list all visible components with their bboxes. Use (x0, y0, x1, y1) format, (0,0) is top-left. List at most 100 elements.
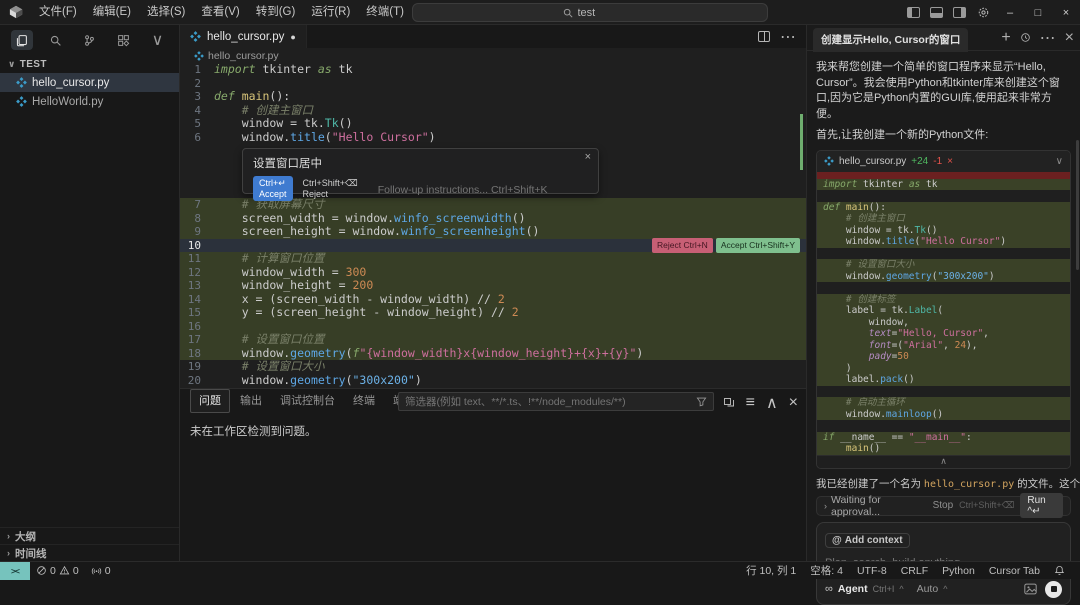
panel-tab-调试控制台[interactable]: 调试控制台 (272, 390, 343, 412)
line-number[interactable]: 1 (180, 63, 214, 77)
line-number[interactable]: 14 (180, 293, 214, 307)
line-number[interactable]: 16 (180, 320, 214, 334)
code-line[interactable]: 4 # 创建主窗口 (180, 103, 806, 118)
modified-dot-icon[interactable]: ● (290, 32, 295, 42)
close-panel-icon[interactable]: × (789, 394, 798, 412)
code-line[interactable]: 18 window.geometry(f"{window_width}x{win… (180, 346, 806, 361)
chat-more-icon[interactable]: ⋯ (1040, 28, 1056, 48)
editor-actions-ellipsis-icon[interactable]: ⋯ (780, 27, 796, 47)
line-number[interactable]: 8 (180, 212, 214, 226)
line-number[interactable]: 10 (180, 239, 214, 253)
code-card-header[interactable]: hello_cursor.py +24 -1 × ∨ (817, 150, 1070, 172)
new-chat-icon[interactable]: + (1001, 29, 1010, 47)
problems-filter[interactable] (398, 392, 714, 411)
code-line[interactable]: 13 window_height = 200 (180, 278, 806, 293)
code-line[interactable]: 19 # 设置窗口大小 (180, 359, 806, 374)
split-editor-icon[interactable] (758, 31, 770, 42)
filter-input[interactable] (405, 395, 696, 408)
file-item[interactable]: HelloWorld.py (0, 92, 179, 111)
code-line[interactable]: 11 # 计算窗口位置 (180, 251, 806, 266)
line-number[interactable]: 13 (180, 279, 214, 293)
line-number[interactable]: 17 (180, 333, 214, 347)
status-item[interactable]: 行 10, 列 1 (739, 563, 803, 578)
code-line[interactable]: 5 window = tk.Tk() (180, 116, 806, 131)
line-number[interactable]: 15 (180, 306, 214, 320)
chat-code-block[interactable]: import tkinter as tk def main(): # 创建主窗口 … (817, 178, 1070, 455)
line-number[interactable]: 2 (180, 77, 214, 91)
close-window-button[interactable]: × (1052, 0, 1080, 25)
remote-indicator[interactable]: >< (0, 561, 30, 580)
problems-counter[interactable]: 0 0 (30, 565, 85, 577)
chat-tab[interactable]: 创建显示Hello, Cursor的窗口 (813, 27, 969, 52)
line-number[interactable]: 6 (180, 131, 214, 145)
line-number[interactable]: 18 (180, 347, 214, 361)
ports-indicator[interactable]: 0 (85, 565, 117, 577)
menu-item[interactable]: 选择(S) (139, 0, 193, 25)
line-number[interactable]: 12 (180, 266, 214, 280)
line-number[interactable]: 19 (180, 360, 214, 374)
stop-button[interactable]: Stop (933, 500, 954, 511)
status-item[interactable]: Cursor Tab (982, 565, 1047, 577)
expand-card-icon[interactable]: ∨ (1056, 156, 1063, 167)
panel-tab-问题[interactable]: 问题 (190, 389, 230, 413)
menu-item[interactable]: 文件(F) (31, 0, 85, 25)
filter-icon[interactable] (696, 396, 707, 407)
timeline-section[interactable]: › 时间线 (0, 544, 179, 561)
send-stop-button[interactable] (1045, 580, 1062, 598)
menu-item[interactable]: 查看(V) (193, 0, 247, 25)
line-number[interactable]: 11 (180, 252, 214, 266)
gear-icon[interactable] (977, 6, 990, 19)
explorer-icon[interactable] (10, 30, 33, 50)
list-view-icon[interactable]: ≡ (746, 394, 755, 412)
menu-item[interactable]: 终端(T) (358, 0, 412, 25)
status-item[interactable]: CRLF (894, 565, 935, 577)
accept-diff-button[interactable]: Accept Ctrl+Shift+Y (715, 238, 800, 253)
outline-section[interactable]: › 大纲 (0, 527, 179, 544)
inline-accept-button[interactable]: Ctrl+↵ Accept (253, 176, 293, 201)
toggle-panel-icon[interactable] (930, 7, 943, 18)
attach-image-icon[interactable] (1024, 583, 1037, 595)
code-line[interactable]: 12 window_width = 300 (180, 265, 806, 280)
maximize-button[interactable]: □ (1024, 0, 1052, 25)
followup-input[interactable] (377, 183, 608, 196)
history-icon[interactable] (1020, 32, 1031, 43)
extensions-icon[interactable] (113, 30, 135, 50)
maximize-panel-icon[interactable]: ∧ (766, 393, 778, 413)
file-item[interactable]: hello_cursor.py (0, 73, 179, 92)
toggle-sidebar-icon[interactable] (907, 7, 920, 18)
model-selector[interactable]: Auto (917, 583, 939, 595)
search-input[interactable] (577, 6, 618, 19)
menu-item[interactable]: 转到(G) (248, 0, 304, 25)
line-number[interactable]: 5 (180, 117, 214, 131)
code-line[interactable]: 3 def main(): (180, 89, 806, 104)
views-icon[interactable] (723, 397, 735, 409)
panel-tab-终端[interactable]: 终端 (345, 390, 383, 412)
collapse-code-card[interactable]: ∧ (817, 454, 1070, 468)
chat-scrollbar[interactable] (1076, 140, 1079, 270)
status-item[interactable]: 空格: 4 (803, 563, 850, 578)
line-number[interactable]: 3 (180, 90, 214, 104)
tab-hello-cursor[interactable]: hello_cursor.py ● (180, 25, 307, 48)
breadcrumb[interactable]: hello_cursor.py (180, 48, 806, 63)
minimize-button[interactable]: – (996, 0, 1024, 25)
code-line[interactable]: 9 screen_height = window.winfo_screenhei… (180, 224, 806, 239)
code-line[interactable]: 10 Reject Ctrl+N Accept Ctrl+Shift+Y (180, 238, 806, 253)
status-item[interactable]: Python (935, 565, 982, 577)
more-views-chevron-icon[interactable]: ∨ (147, 30, 169, 50)
discard-file-icon[interactable]: × (947, 156, 953, 167)
code-line[interactable]: 1 import tkinter as tk (180, 63, 806, 77)
reject-diff-button[interactable]: Reject Ctrl+N (652, 238, 713, 253)
code-line[interactable]: 2 (180, 77, 806, 91)
agent-mode-selector[interactable]: Agent (838, 583, 868, 595)
line-number[interactable]: 20 (180, 374, 214, 388)
code-line[interactable]: 15 y = (screen_height - window_height) /… (180, 305, 806, 320)
source-control-icon[interactable] (79, 30, 101, 50)
line-number[interactable]: 7 (180, 198, 214, 212)
status-item[interactable]: UTF-8 (850, 565, 894, 577)
command-search[interactable] (412, 3, 768, 22)
code-editor[interactable]: 1 import tkinter as tk 2 3 def main(): 4 # 创建… (180, 63, 806, 388)
inline-reject-button[interactable]: Ctrl+Shift+⌫ Reject (303, 178, 358, 199)
search-sidebar-icon[interactable] (45, 30, 67, 50)
menu-item[interactable]: 编辑(E) (85, 0, 139, 25)
code-line[interactable]: 14 x = (screen_width - window_width) // … (180, 292, 806, 307)
